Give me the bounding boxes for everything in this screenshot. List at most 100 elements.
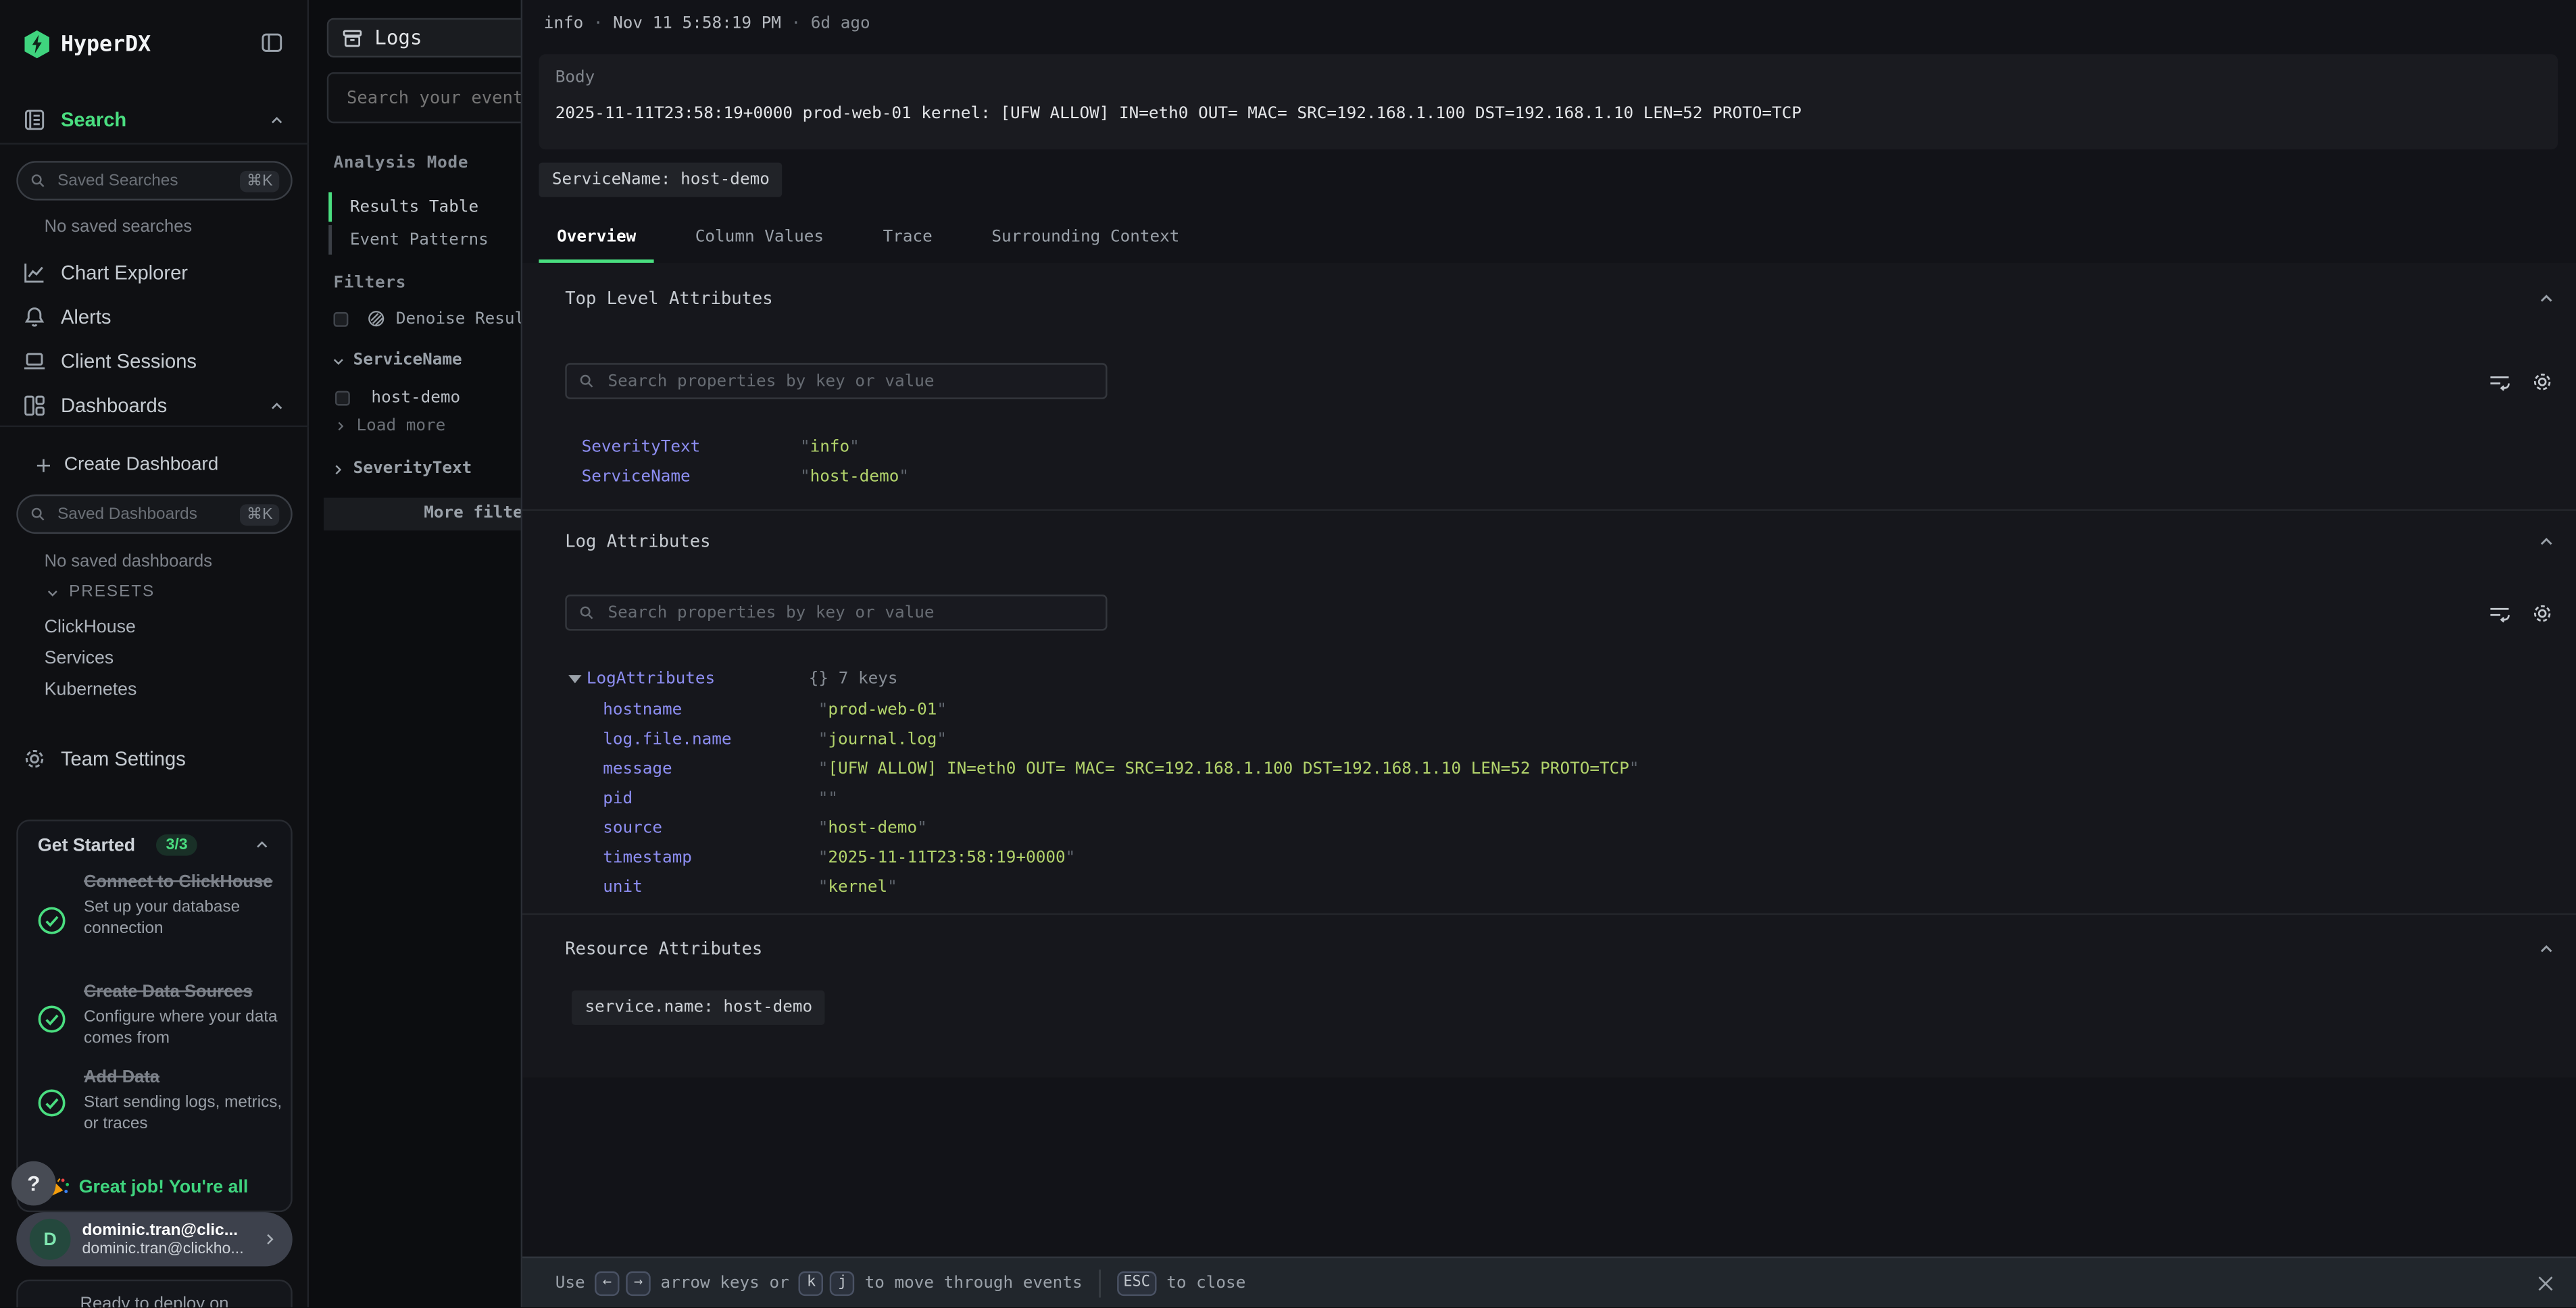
gear-icon[interactable] — [2531, 603, 2553, 624]
sidebar-item-label: Search — [61, 108, 126, 131]
gear-icon[interactable] — [2531, 371, 2553, 393]
get-started-title: Get Started — [38, 836, 135, 855]
saved-searches-input[interactable] — [54, 170, 240, 192]
saved-dashboards-input[interactable] — [54, 503, 240, 525]
facet-servicename[interactable]: ServiceName — [330, 351, 462, 370]
attribute-key[interactable]: source — [603, 819, 818, 837]
archive-icon — [342, 27, 364, 49]
step-desc: Set up your database connection — [84, 897, 281, 939]
more-filters-button[interactable]: More filters — [324, 498, 553, 531]
facet-value-host-demo[interactable]: host-demo — [335, 389, 460, 407]
saved-dashboards-search[interactable]: ⌘K — [16, 495, 292, 534]
wrap-lines-icon[interactable] — [2489, 603, 2510, 624]
sidebar-item-dashboards[interactable]: Dashboards — [0, 384, 309, 427]
user-menu[interactable]: D dominic.tran@clic... dominic.tran@clic… — [16, 1212, 292, 1266]
top-level-search[interactable] — [565, 363, 1107, 399]
chevron-right-icon — [262, 1230, 280, 1249]
sidebar-item-client-sessions[interactable]: Client Sessions — [0, 340, 309, 382]
checkbox[interactable] — [334, 311, 349, 326]
dashboards-icon — [23, 394, 46, 417]
quote: " — [937, 730, 947, 749]
close-icon[interactable] — [2537, 1274, 2555, 1292]
attribute-key[interactable]: log.file.name — [603, 730, 818, 749]
preset-services[interactable]: Services — [45, 649, 114, 668]
help-button[interactable]: ? — [11, 1161, 56, 1206]
attribute-key[interactable]: hostname — [603, 701, 818, 719]
get-started-progress-badge: 3/3 — [156, 834, 197, 856]
analysis-mode-label: Analysis Mode — [334, 155, 469, 173]
attribute-row: message "[UFW ALLOW] IN=eth0 OUT= MAC= S… — [603, 754, 1639, 784]
chart-icon — [23, 261, 46, 284]
facet-severitytext[interactable]: SeverityText — [330, 460, 472, 478]
presets-toggle[interactable]: PRESETS — [45, 583, 155, 601]
shortcut-badge: ⌘K — [240, 503, 279, 525]
sidebar-item-chart-explorer[interactable]: Chart Explorer — [0, 251, 309, 294]
quote: " — [800, 468, 810, 486]
sidebar-item-label: Chart Explorer — [61, 261, 188, 284]
sidebar-item-search[interactable]: Search — [0, 99, 309, 141]
saved-searches-search[interactable]: ⌘K — [16, 161, 292, 200]
step-title: Add Data — [84, 1067, 284, 1089]
section-collapse-chevron-up-icon[interactable] — [2537, 289, 2556, 309]
step-title: Create Data Sources — [84, 982, 284, 1004]
drawer-footer: Use ← → arrow keys or k j to move throug… — [522, 1257, 2576, 1307]
attribute-key[interactable]: pid — [603, 789, 818, 807]
presets-label: PRESETS — [69, 583, 155, 601]
shortcut-badge: ⌘K — [240, 170, 279, 192]
check-circle-icon — [36, 1003, 67, 1034]
deploy-teaser-card[interactable]: Ready to deploy on — [16, 1280, 292, 1307]
tab-overview[interactable]: Overview — [539, 215, 654, 263]
service-name-chip[interactable]: ServiceName: host-demo — [539, 163, 783, 197]
event-detail-drawer: info · Nov 11 5:58:19 PM · 6d ago Body 2… — [521, 0, 2576, 1307]
create-dashboard-button[interactable]: Create Dashboard — [0, 443, 309, 486]
checkbox[interactable] — [335, 391, 350, 406]
chevron-up-icon[interactable] — [253, 836, 271, 854]
resource-chip[interactable]: service.name: host-demo — [572, 990, 826, 1025]
attribute-group-key[interactable]: LogAttributes — [587, 670, 715, 688]
attribute-key[interactable]: ServiceName — [582, 468, 800, 486]
attribute-key[interactable]: message — [603, 759, 818, 778]
divider — [522, 509, 2576, 511]
quote: " — [1066, 849, 1076, 867]
quote: " — [818, 878, 828, 896]
key-esc: ESC — [1117, 1270, 1157, 1294]
wrap-lines-icon[interactable] — [2489, 371, 2510, 393]
attribute-key[interactable]: SeverityText — [582, 438, 800, 456]
attribute-value: [UFW ALLOW] IN=eth0 OUT= MAC= SRC=192.16… — [828, 759, 1629, 778]
load-more[interactable]: Load more — [334, 417, 446, 435]
log-attributes-search[interactable] — [565, 595, 1107, 630]
top-level-search-input[interactable] — [605, 370, 1094, 392]
preset-kubernetes[interactable]: Kubernetes — [45, 680, 137, 699]
get-started-step[interactable]: Create Data Sources Configure where your… — [84, 982, 284, 1050]
plus-icon — [34, 456, 53, 474]
sidebar-item-team-settings[interactable]: Team Settings — [0, 738, 309, 780]
analysis-mode-results-table[interactable]: Results Table — [328, 192, 478, 222]
get-started-step[interactable]: Connect to ClickHouse Set up your databa… — [84, 872, 281, 940]
body-label: Body — [555, 69, 595, 87]
attribute-group-row[interactable]: LogAttributes {} 7 keys — [568, 663, 897, 693]
tab-trace[interactable]: Trace — [865, 215, 951, 263]
section-collapse-chevron-up-icon[interactable] — [2537, 532, 2556, 552]
tab-column-values[interactable]: Column Values — [677, 215, 842, 263]
event-timestamp: Nov 11 5:58:19 PM — [613, 15, 781, 33]
sidebar-item-label: Alerts — [61, 305, 112, 328]
gear-icon — [23, 747, 46, 770]
avatar: D — [30, 1219, 71, 1260]
expand-triangle-icon — [568, 674, 581, 682]
preset-clickhouse[interactable]: ClickHouse — [45, 618, 136, 637]
search-icon — [578, 605, 595, 621]
get-started-step[interactable]: Add Data Start sending logs, metrics, or… — [84, 1067, 284, 1135]
chevron-down-icon — [45, 584, 61, 600]
facet-label: ServiceName — [353, 351, 462, 370]
section-collapse-chevron-up-icon[interactable] — [2537, 940, 2556, 959]
sidebar-item-alerts[interactable]: Alerts — [0, 296, 309, 338]
denoise-filter[interactable]: Denoise Results — [334, 309, 545, 328]
attribute-key[interactable]: timestamp — [603, 849, 818, 867]
sidebar-collapse-button[interactable] — [259, 31, 284, 54]
app-title: HyperDX — [61, 33, 151, 57]
analysis-mode-event-patterns[interactable]: Event Patterns — [328, 225, 489, 255]
attribute-key[interactable]: unit — [603, 878, 818, 896]
key-j: j — [831, 1270, 855, 1294]
tab-surrounding-context[interactable]: Surrounding Context — [974, 215, 1198, 263]
log-attributes-search-input[interactable] — [605, 602, 1094, 624]
